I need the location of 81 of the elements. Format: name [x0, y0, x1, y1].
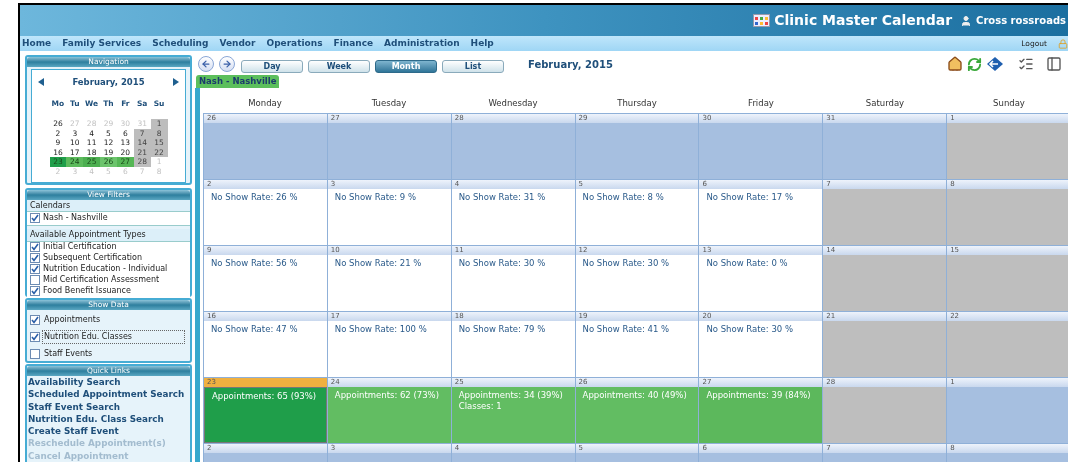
cell-text: No Show Rate: 31 %: [458, 192, 547, 203]
checkbox[interactable]: [30, 253, 40, 264]
cell-text: No Show Rate: 17 %: [706, 192, 794, 203]
menu-item[interactable]: Administration: [384, 36, 460, 51]
checkbox-label[interactable]: Staff Events: [42, 347, 95, 362]
section-heading: Calendars: [27, 199, 190, 211]
view-tab[interactable]: Week: [308, 60, 370, 73]
view-tab[interactable]: List: [442, 60, 504, 73]
month-label: February, 2015: [72, 76, 145, 89]
cell-text: Appointments: 65 (93%): [212, 391, 318, 402]
section-heading: Available Appointment Types: [27, 228, 190, 241]
cell-text: No Show Rate: 47 %: [211, 324, 299, 335]
quick-link[interactable]: Nutrition Edu. Class Search: [28, 412, 164, 426]
checkbox[interactable]: [30, 349, 40, 360]
menu-item[interactable]: Finance: [333, 36, 374, 51]
checkbox-label[interactable]: Initial Certification: [43, 241, 117, 254]
quick-link[interactable]: Create Staff Event: [28, 425, 119, 438]
period-title: February, 2015: [528, 57, 613, 72]
quick-link[interactable]: Availability Search: [28, 375, 121, 389]
cell-text: No Show Rate: 41 %: [582, 324, 671, 335]
layout-icon[interactable]: [1046, 56, 1062, 72]
cell-text: Appointments: 62 (73%): [334, 390, 440, 401]
cell-text: No Show Rate: 9 %: [334, 192, 417, 203]
checkbox[interactable]: [30, 332, 40, 343]
cell-text: No Show Rate: 0 %: [706, 258, 789, 269]
weekday-heading: Sunday: [992, 97, 1026, 110]
previous-month-icon[interactable]: [38, 78, 44, 87]
cell-text: No Show Rate: 26 %: [211, 192, 299, 203]
checkbox-label[interactable]: Nutrition Education - Individual: [43, 263, 168, 276]
checkbox-label[interactable]: Food Benefit Issuance: [43, 285, 131, 298]
user-icon: [960, 14, 973, 27]
cell-text: Appointments: 40 (49%): [582, 390, 688, 401]
cell-text: No Show Rate: 100 %: [334, 324, 428, 335]
view-tab[interactable]: Day: [241, 60, 303, 73]
quick-link[interactable]: Scheduled Appointment Search: [28, 388, 185, 401]
menu-item[interactable]: Scheduling: [152, 36, 209, 51]
sort-list-icon[interactable]: [1018, 56, 1034, 72]
checkbox-label[interactable]: Appointments: [42, 313, 103, 328]
swap-arrows-icon[interactable]: [986, 56, 1004, 72]
forward-button[interactable]: [219, 56, 235, 72]
cell-text: No Show Rate: 30 %: [706, 324, 794, 335]
checkbox-label[interactable]: Mid Certification Assessment: [43, 274, 160, 287]
menu-item[interactable]: Operations: [266, 36, 323, 51]
weekday-heading: Thursday: [616, 97, 658, 110]
menu-item[interactable]: Home: [22, 36, 52, 51]
checkbox-label[interactable]: Nutrition Edu. Classes: [42, 330, 185, 345]
checkbox[interactable]: [30, 213, 40, 224]
home-icon[interactable]: [947, 56, 963, 72]
weekday-heading: Saturday: [864, 97, 906, 110]
weekday-heading: Tuesday: [370, 97, 408, 110]
menu-item[interactable]: Help: [470, 36, 494, 51]
cell-text: No Show Rate: 30 %: [458, 258, 547, 269]
refresh-icon[interactable]: [967, 56, 982, 72]
cell-text: No Show Rate: 8 %: [582, 192, 665, 203]
checkbox[interactable]: [30, 286, 40, 297]
weekday-heading: Friday: [747, 97, 775, 110]
calendar-icon: [753, 14, 771, 27]
cell-text: Appointments: 34 (39%): [458, 390, 564, 401]
cell-text: Classes: 1: [458, 401, 503, 412]
calendar-tab[interactable]: Nash - Nashville: [196, 75, 280, 88]
right-arrow-icon: [222, 59, 232, 69]
cell-text: No Show Rate: 30 %: [582, 258, 671, 269]
cell-text: Appointments: 39 (84%): [706, 390, 812, 401]
weekday-heading: Wednesday: [487, 97, 539, 110]
checkbox[interactable]: [30, 315, 40, 326]
user-name: Cross rossroads: [976, 14, 1066, 28]
app-title: Clinic Master Calendar: [774, 11, 953, 30]
weekday-heading: Monday: [247, 97, 283, 110]
cell-text: No Show Rate: 56 %: [211, 258, 299, 269]
cell-text: No Show Rate: 21 %: [334, 258, 423, 269]
quick-link[interactable]: Staff Event Search: [28, 400, 120, 413]
checkbox-label[interactable]: Subsequent Certification: [43, 252, 142, 265]
left-arrow-icon: [201, 59, 211, 69]
back-button[interactable]: [198, 56, 214, 72]
cell-text: No Show Rate: 79 %: [458, 324, 547, 335]
menu-item[interactable]: Vendor: [219, 36, 256, 51]
checkbox[interactable]: [30, 242, 40, 253]
menu-item[interactable]: Family Services: [62, 36, 142, 51]
checkbox[interactable]: [30, 264, 40, 275]
checkbox[interactable]: [30, 275, 40, 286]
next-month-icon[interactable]: [173, 78, 179, 87]
